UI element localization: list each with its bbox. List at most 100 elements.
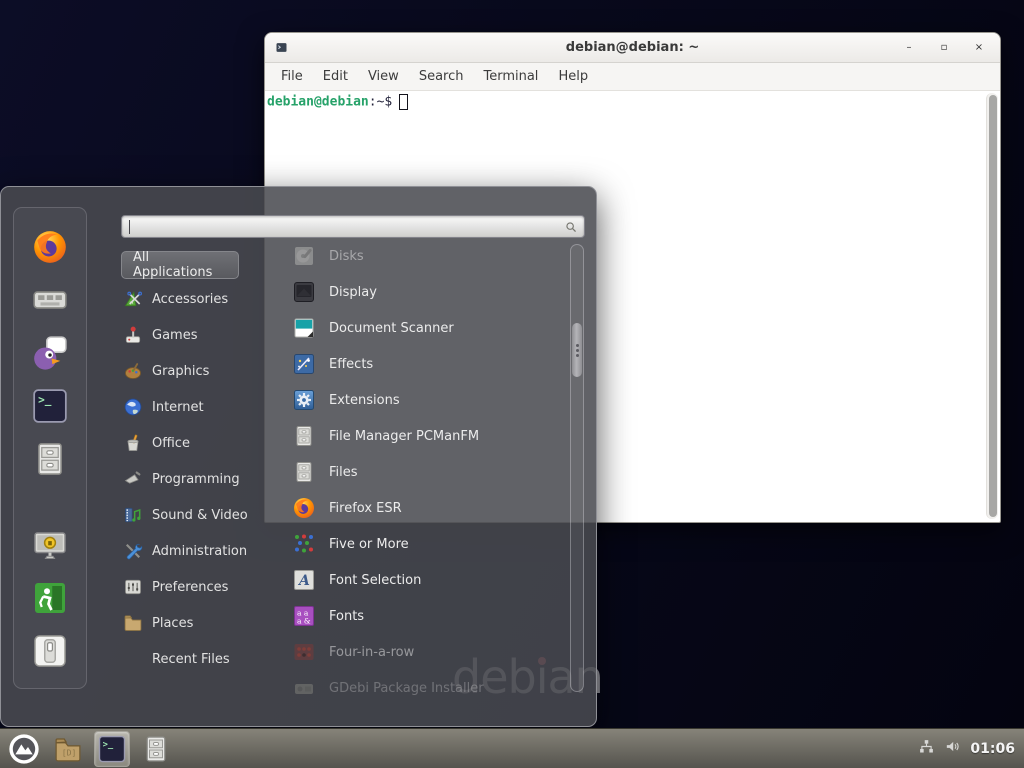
svg-text:a &: a &: [297, 617, 311, 626]
category-list: All Applications Accessories Games Graphic…: [121, 251, 273, 677]
terminal-menu-file[interactable]: File: [271, 69, 313, 84]
close-button[interactable]: ×: [972, 42, 986, 53]
favorite-terminal-dark[interactable]: >_: [31, 387, 69, 425]
app-label: Document Scanner: [329, 321, 454, 336]
terminal-dark-icon: >_: [97, 734, 127, 764]
app-label: Firefox ESR: [329, 501, 402, 516]
app-label: GDebi Package Installer: [329, 681, 484, 696]
programming-icon: [123, 469, 143, 489]
logout-icon: [32, 580, 68, 616]
session-logout-button[interactable]: [31, 579, 69, 617]
terminal-menu-search[interactable]: Search: [409, 69, 474, 84]
terminal-menu-edit[interactable]: Edit: [313, 69, 358, 84]
terminal-menu-view[interactable]: View: [358, 69, 409, 84]
search-box[interactable]: [121, 215, 585, 238]
category-places[interactable]: Places: [121, 605, 273, 641]
app-file-manager-pcmanfm[interactable]: File Manager PCManFM: [284, 418, 564, 454]
terminal-menu-help[interactable]: Help: [548, 69, 598, 84]
favorite-firefox[interactable]: [31, 228, 69, 266]
accessories-icon: [123, 289, 143, 309]
maximize-button[interactable]: ▫: [937, 42, 951, 53]
category-label: Programming: [152, 472, 240, 487]
taskbar-cabinet-launcher[interactable]: [138, 731, 174, 767]
app-effects[interactable]: Effects: [284, 346, 564, 382]
display-icon: [292, 280, 316, 304]
tray-volume[interactable]: [944, 738, 961, 759]
minimize-button[interactable]: –: [902, 42, 916, 53]
app-list: Disks Display Document Scanner EffectsExten…: [284, 238, 564, 706]
favorite-pidgin[interactable]: [31, 334, 69, 372]
internet-icon: [123, 397, 143, 417]
taskbar-folder-tan-launcher[interactable]: [D]: [50, 731, 86, 767]
favorite-software[interactable]: [31, 281, 69, 319]
app-label: File Manager PCManFM: [329, 429, 479, 444]
taskbar-clock: 01:06: [970, 741, 1015, 757]
category-icon-spacer: [123, 649, 143, 669]
app-display[interactable]: Display: [284, 274, 564, 310]
favorites-bottom: [31, 526, 69, 670]
category-games[interactable]: Games: [121, 317, 273, 353]
search-input[interactable]: [122, 216, 564, 237]
session-lockscreen-button[interactable]: [31, 526, 69, 564]
category-preferences[interactable]: Preferences: [121, 569, 273, 605]
category-recent-files[interactable]: Recent Files: [121, 641, 273, 677]
app-disks[interactable]: Disks: [284, 238, 564, 274]
pidgin-icon: [31, 334, 69, 372]
category-label: Administration: [152, 544, 247, 559]
lockscreen-icon: [32, 527, 68, 563]
menu-scrollbar-track[interactable]: [570, 244, 584, 692]
app-five-or-more[interactable]: Five or More: [284, 526, 564, 562]
favorites-column: >_: [13, 207, 87, 689]
terminal-scrollbar-track[interactable]: [986, 93, 998, 519]
app-label: Display: [329, 285, 377, 300]
tray-network[interactable]: [918, 738, 935, 759]
taskbar-tray: 01:06: [918, 738, 1024, 759]
effects-icon: [292, 352, 316, 376]
search-caret: [129, 220, 130, 234]
soundvideo-icon: [123, 505, 143, 525]
terminal-scrollbar-handle[interactable]: [989, 95, 997, 517]
games-icon: [123, 325, 143, 345]
fontsel-icon: A: [292, 568, 316, 592]
fourrow-icon: [292, 640, 316, 664]
admin-icon: [123, 541, 143, 561]
prompt-user-host: debian@debian: [267, 95, 369, 110]
volume-icon: [944, 738, 961, 755]
category-administration[interactable]: Administration: [121, 533, 273, 569]
menu-scrollbar-handle[interactable]: [572, 323, 582, 377]
office-icon: [123, 433, 143, 453]
app-document-scanner[interactable]: Document Scanner: [284, 310, 564, 346]
software-icon: [31, 281, 69, 319]
app-fonts[interactable]: a aa &Fonts: [284, 598, 564, 634]
preferences-icon: [123, 577, 143, 597]
taskbar-terminal-dark-launcher[interactable]: >_: [94, 731, 130, 767]
cabinet-icon: [141, 734, 171, 764]
terminal-menu-terminal[interactable]: Terminal: [473, 69, 548, 84]
app-firefox-esr[interactable]: Firefox ESR: [284, 490, 564, 526]
app-extensions[interactable]: Extensions: [284, 382, 564, 418]
category-label: Games: [152, 328, 197, 343]
app-font-selection[interactable]: A Font Selection: [284, 562, 564, 598]
app-four-in-a-row[interactable]: Four-in-a-row: [284, 634, 564, 670]
session-shutdown-button[interactable]: [31, 632, 69, 670]
app-label: Four-in-a-row: [329, 645, 414, 660]
category-programming[interactable]: Programming: [121, 461, 273, 497]
terminal-titlebar[interactable]: debian@debian: ~ – ▫ ×: [265, 33, 1000, 63]
gdebi-icon: [292, 676, 316, 700]
favorite-cabinet[interactable]: [31, 440, 69, 478]
graphics-icon: [123, 361, 143, 381]
category-sound-video[interactable]: Sound & Video: [121, 497, 273, 533]
app-files[interactable]: Files: [284, 454, 564, 490]
app-gdebi-package-installer[interactable]: GDebi Package Installer: [284, 670, 564, 706]
category-label: Accessories: [152, 292, 228, 307]
search-icon: [564, 220, 578, 234]
category-internet[interactable]: Internet: [121, 389, 273, 425]
taskbar-menu-circle-button[interactable]: [6, 731, 42, 767]
app-label: Font Selection: [329, 573, 421, 588]
category-accessories[interactable]: Accessories: [121, 281, 273, 317]
category-label: Graphics: [152, 364, 209, 379]
category-graphics[interactable]: Graphics: [121, 353, 273, 389]
category-all-applications[interactable]: All Applications: [121, 251, 239, 279]
category-office[interactable]: Office: [121, 425, 273, 461]
extensions-icon: [292, 388, 316, 412]
